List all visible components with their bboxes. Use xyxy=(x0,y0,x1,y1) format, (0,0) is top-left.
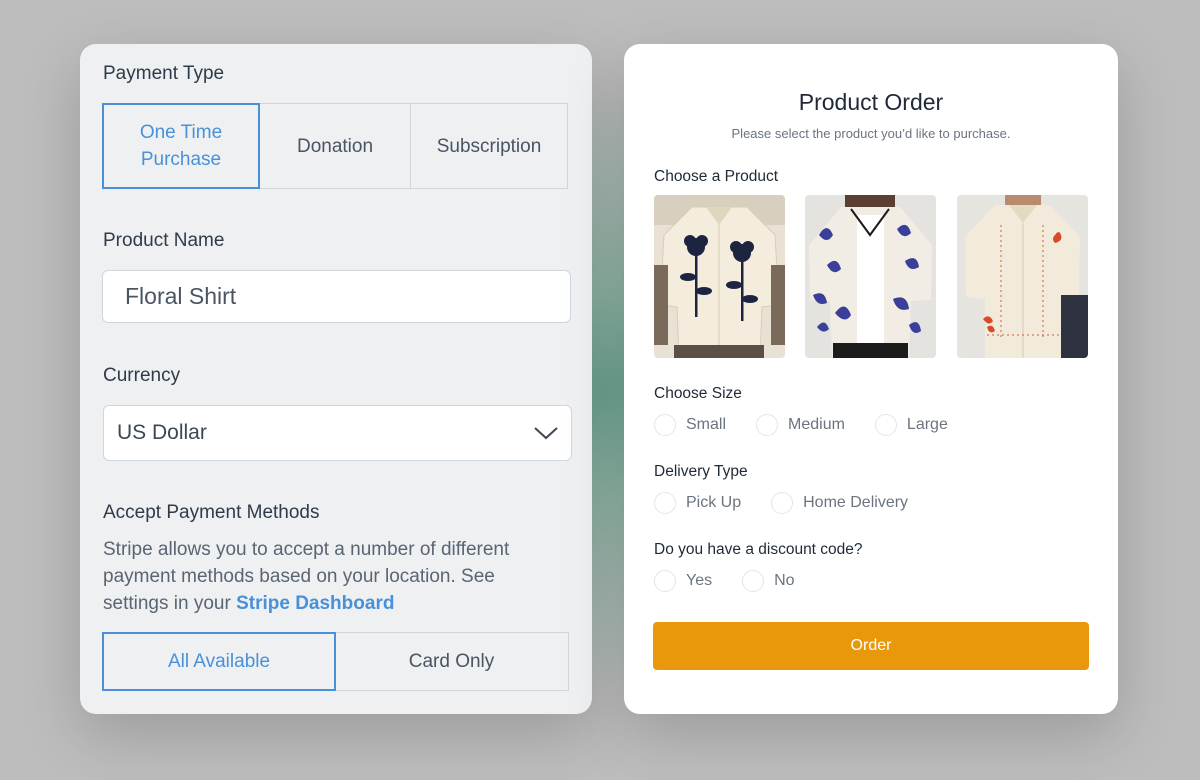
radio-circle[interactable] xyxy=(874,414,897,436)
payment-settings-panel: Payment Type One Time Purchase Donation … xyxy=(80,44,592,714)
payment-methods-segmented-control: All Available Card Only xyxy=(102,632,569,691)
radio-label: Pick Up xyxy=(686,494,742,511)
payment-methods-description: Stripe allows you to accept a number of … xyxy=(103,536,563,617)
radio-circle[interactable] xyxy=(756,414,779,436)
payment-type-subscription[interactable]: Subscription xyxy=(410,103,568,189)
payment-type-label: Payment Type xyxy=(103,63,225,84)
radio-label: Small xyxy=(686,416,727,433)
product-image-floral-shirt-1[interactable] xyxy=(654,195,785,358)
payment-type-donation[interactable]: Donation xyxy=(258,103,412,189)
delivery-radio-group: Pick Up Home Delivery xyxy=(654,492,938,514)
radio-label: Medium xyxy=(788,416,845,433)
size-option-large[interactable]: Large xyxy=(874,414,948,436)
currency-label: Currency xyxy=(103,365,181,386)
radio-circle[interactable] xyxy=(654,492,676,514)
product-name-input[interactable] xyxy=(102,270,571,323)
radio-circle[interactable] xyxy=(654,570,676,592)
radio-circle[interactable] xyxy=(742,570,765,592)
form-title: Product Order xyxy=(798,89,944,115)
radio-circle[interactable] xyxy=(654,414,676,436)
payment-methods-card-only[interactable]: Card Only xyxy=(334,632,569,691)
choose-product-label: Choose a Product xyxy=(654,168,779,185)
delivery-option-home-delivery[interactable]: Home Delivery xyxy=(771,492,908,514)
delivery-option-pick-up[interactable]: Pick Up xyxy=(654,492,741,514)
discount-code-label: Do you have a discount code? xyxy=(654,541,863,558)
payment-type-segmented-control: One Time Purchase Donation Subscription xyxy=(102,103,568,189)
discount-option-no[interactable]: No xyxy=(742,570,795,592)
size-radio-group: Small Medium Large xyxy=(654,414,978,436)
product-name-label: Product Name xyxy=(103,230,225,251)
payment-methods-label: Accept Payment Methods xyxy=(103,502,320,523)
size-option-small[interactable]: Small xyxy=(654,414,726,436)
product-order-form: Product Order Please select the product … xyxy=(624,44,1118,714)
radio-label: Yes xyxy=(686,572,713,589)
radio-label: Home Delivery xyxy=(803,494,909,511)
stripe-dashboard-link[interactable]: Stripe Dashboard xyxy=(236,593,394,614)
payment-methods-all-available[interactable]: All Available xyxy=(102,632,336,691)
radio-label: No xyxy=(774,572,795,589)
currency-select[interactable]: US Dollar xyxy=(103,405,572,461)
choose-size-label: Choose Size xyxy=(654,385,742,402)
radio-label: Large xyxy=(906,416,948,433)
radio-circle[interactable] xyxy=(771,492,794,514)
form-subtitle: Please select the product you’d like to … xyxy=(731,126,1011,141)
currency-selected-value: US Dollar xyxy=(117,421,207,444)
product-image-floral-shirt-3[interactable] xyxy=(957,195,1088,358)
size-option-medium[interactable]: Medium xyxy=(756,414,845,436)
chevron-down-icon xyxy=(533,425,559,441)
discount-radio-group: Yes No xyxy=(654,570,825,592)
order-button[interactable]: Order xyxy=(653,622,1089,670)
delivery-type-label: Delivery Type xyxy=(654,463,748,480)
discount-option-yes[interactable]: Yes xyxy=(654,570,712,592)
product-image-floral-shirt-2[interactable] xyxy=(805,195,936,358)
payment-type-one-time-purchase[interactable]: One Time Purchase xyxy=(102,103,260,189)
